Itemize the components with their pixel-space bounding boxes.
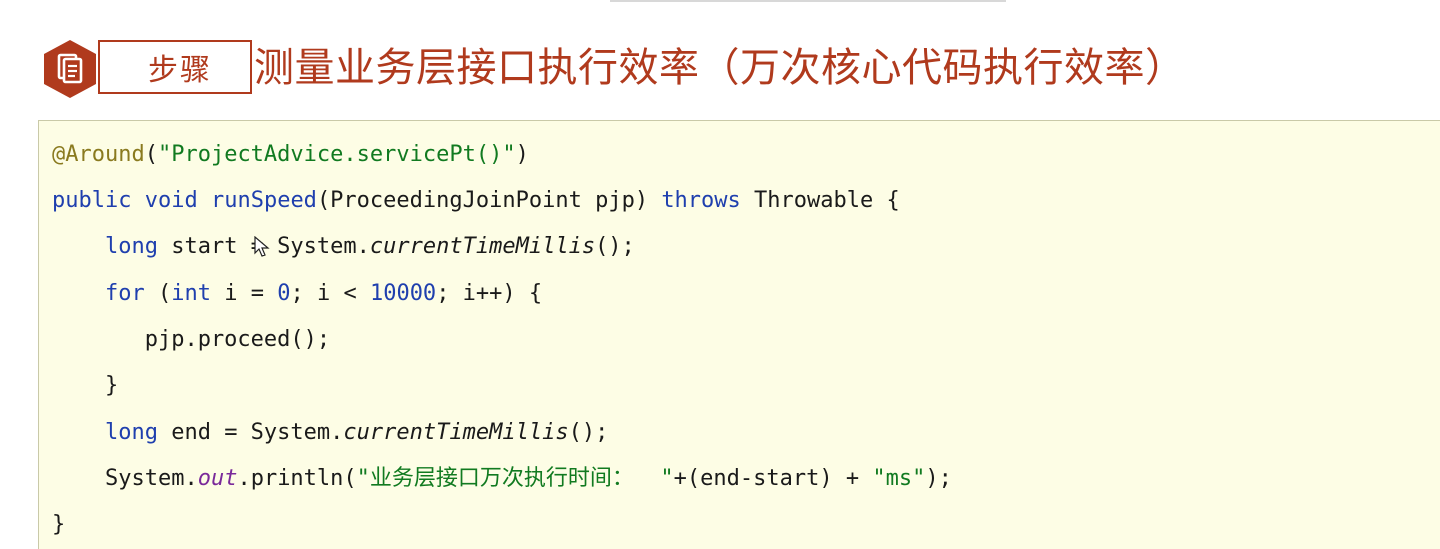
code-token: @Around (52, 142, 145, 167)
mouse-cursor-icon (254, 236, 270, 257)
top-divider (610, 0, 1006, 2)
code-token: currentTimeMillis (369, 234, 596, 259)
code-token: } (52, 512, 66, 537)
code-token: ; i < (290, 281, 370, 306)
code-token: ) (515, 142, 529, 167)
page-title: 测量业务层接口执行效率（万次核心代码执行效率） (254, 45, 1186, 91)
code-block: @Around("ProjectAdvice.servicePt()") publ… (38, 120, 1440, 549)
code-token: ( (144, 281, 172, 306)
code-line: public void runSpeed(ProceedingJoinPoint… (52, 187, 900, 215)
code-token: .println( (237, 466, 357, 491)
code-token: public (52, 188, 132, 213)
code-token: System. (52, 466, 198, 491)
slide-header: 步骤 测量业务层接口执行效率（万次核心代码执行效率） (40, 36, 1430, 100)
code-token: "ProjectAdvice.servicePt()" (157, 142, 516, 167)
step-badge: 步骤 (98, 40, 252, 94)
code-line: pjp.proceed(); (52, 326, 330, 354)
code-token: end = System. (157, 420, 344, 445)
code-token: long (104, 234, 158, 259)
code-token: ; i++) { (436, 281, 543, 306)
code-token: pjp.proceed(); (52, 327, 331, 352)
code-token: long (104, 420, 158, 445)
code-token: "业务层接口万次执行时间： " (356, 466, 674, 491)
code-line: System.out.println("业务层接口万次执行时间： "+(end-… (52, 465, 952, 493)
code-token: throws (661, 188, 741, 213)
code-token: 0 (277, 281, 291, 306)
code-token: currentTimeMillis (343, 420, 569, 445)
code-token: +(end-start) + (673, 466, 873, 491)
code-token: runSpeed (210, 188, 317, 213)
code-token: (); (595, 234, 635, 259)
code-line: long end = System.currentTimeMillis(); (52, 419, 608, 447)
code-token: void (144, 188, 198, 213)
document-icon (44, 40, 96, 98)
code-token: ( (144, 142, 158, 167)
code-token: Throwable { (740, 188, 900, 213)
code-token: for (104, 281, 145, 306)
code-token: i = (210, 281, 278, 306)
code-token: (); (568, 420, 609, 445)
code-token: 10000 (369, 281, 437, 306)
code-line: } (52, 372, 118, 400)
code-token: (ProceedingJoinPoint pjp) (316, 188, 662, 213)
step-label: 步骤 (148, 53, 212, 88)
code-token: out (197, 466, 238, 491)
code-token: } (52, 373, 119, 398)
code-line: @Around("ProjectAdvice.servicePt()") (52, 141, 529, 169)
code-token: "ms" (872, 466, 926, 491)
code-line: } (52, 511, 65, 539)
code-line: long start = System.currentTimeMillis(); (52, 233, 635, 261)
code-token: int (171, 281, 211, 306)
code-line: for (int i = 0; i < 10000; i++) { (52, 280, 542, 308)
code-token: ); (925, 466, 952, 491)
